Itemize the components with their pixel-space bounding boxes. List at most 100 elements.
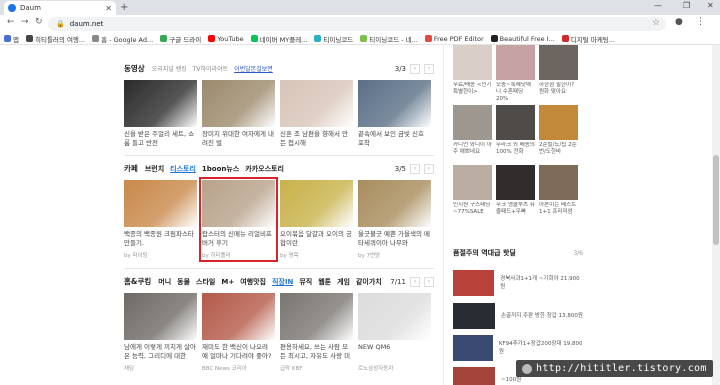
hotdeal-item[interactable]: 손골끼지 주판 방한 장갑 13,800원	[453, 303, 583, 329]
product-title[interactable]: 카디언 와디이 아주 예쁘네요	[453, 142, 492, 163]
card-title[interactable]: 신혼 조 남편을 향해서 만든 접시해	[280, 130, 353, 148]
card-title[interactable]: 재미도 한 백신이 나오려 예 얼마나 기다려야 좋아?	[202, 343, 275, 361]
product-title[interactable]: 무료/배송 <인기특별한이>	[453, 82, 492, 103]
card-thumbnail[interactable]	[358, 180, 431, 227]
content-card[interactable]: 신혼 조 남편을 향해서 만든 접시해	[280, 80, 353, 148]
hotdeal-thumbnail[interactable]	[453, 335, 493, 361]
hotdeal-text[interactable]: 경북사과1+1개 ~기회야 21,900원	[500, 275, 583, 291]
close-tab-icon[interactable]: ✕	[105, 4, 112, 13]
scrollbar-thumb[interactable]	[713, 155, 719, 245]
card-thumbnail[interactable]	[358, 80, 431, 127]
card-thumbnail[interactable]	[202, 180, 275, 227]
product-thumbnail[interactable]	[496, 165, 535, 200]
bookmark-item[interactable]: Free PDF Editor	[424, 35, 484, 43]
section-tab[interactable]: 같이가치	[356, 277, 382, 287]
content-card[interactable]: 남에게 이렇게 끼치게 살아온 능력, 그리디에 대한 채담	[124, 293, 197, 372]
product-item[interactable]: 하한점 필한이? 원화 맞아요	[539, 45, 578, 103]
next-arrow-icon[interactable]: ›	[424, 163, 434, 174]
bookmark-item[interactable]: 디지털 마케팅...	[561, 34, 615, 44]
product-thumbnail[interactable]	[496, 45, 535, 80]
product-item[interactable]: 인지원 구스패딩 ~77%SALE	[453, 165, 492, 223]
content-card[interactable]: 백종의 백종원 크림파스타 만들기. by 파이팅	[124, 180, 197, 259]
bookmark-item[interactable]: 티이닝코드 - 네...	[360, 34, 418, 44]
card-thumbnail[interactable]	[124, 293, 197, 340]
card-title[interactable]: 편용하세요, 쓰는 사람 모든 최시고, 자유도 사랑 미두?	[280, 343, 353, 361]
card-title[interactable]: 끝속에서 보인 금빛 신호 포착	[358, 130, 431, 148]
section-tab[interactable]: 스타일	[196, 277, 215, 287]
section-tab[interactable]: 카카오스토리	[245, 164, 284, 174]
card-thumbnail[interactable]	[124, 180, 197, 227]
content-card[interactable]: 재미도 한 백신이 나오려 예 얼마나 기다려야 좋아? BBC News 코리아	[202, 293, 275, 372]
hotdeal-text[interactable]: KF94추가1+장갑200장대 19,800원	[499, 340, 583, 356]
account-avatar-icon[interactable]: ●	[675, 17, 683, 27]
section-tab[interactable]: 게임	[337, 277, 350, 287]
section-tab[interactable]: 뮤직	[299, 277, 312, 287]
card-title[interactable]: 랍스터의 신메뉴 리얼비프버거 후기	[202, 230, 275, 248]
card-title[interactable]: 오이볶음 달걀과 오이의 궁합이란	[280, 230, 353, 248]
card-thumbnail[interactable]	[358, 293, 431, 340]
product-thumbnail[interactable]	[453, 45, 492, 80]
browser-tab[interactable]: Daum ✕	[4, 1, 116, 15]
product-item[interactable]: 카디언 와디이 아주 예쁘네요	[453, 105, 492, 163]
section-title[interactable]: 카페	[124, 163, 138, 174]
product-thumbnail[interactable]	[539, 105, 578, 140]
content-card[interactable]: NEW QM6 르노삼성자동차	[358, 293, 431, 372]
card-thumbnail[interactable]	[280, 293, 353, 340]
section-tab[interactable]: 여행맛집	[240, 277, 266, 287]
close-window-icon[interactable]: ✕	[707, 1, 714, 10]
product-thumbnail[interactable]	[453, 165, 492, 200]
product-item[interactable]: 2순발/노/팁 2순번/도한바	[539, 105, 578, 163]
card-thumbnail[interactable]	[280, 180, 353, 227]
card-thumbnail[interactable]	[124, 80, 197, 127]
content-card[interactable]: 편용하세요, 쓰는 사람 모든 최시고, 자유도 사랑 미두? 급락 KBF	[280, 293, 353, 372]
section-title[interactable]: 홈&쿠킹	[124, 276, 151, 287]
product-title[interactable]: 모충~특혜닷매니 수혼패딩 20%	[496, 82, 535, 103]
prev-arrow-icon[interactable]: ‹	[410, 163, 420, 174]
card-title[interactable]: 울긋불긋 예쁜 가을색의 메타세쿼이아 나무와	[358, 230, 431, 248]
section-tab[interactable]: 동물	[177, 277, 190, 287]
bookmark-item[interactable]: YouTube	[208, 35, 244, 43]
section-tab[interactable]: 브런치	[145, 164, 164, 174]
bookmark-item[interactable]: 구글 드라이	[160, 34, 201, 44]
product-item[interactable]: 모충~특혜닷매니 수혼패딩 20%	[496, 45, 535, 103]
section-tab[interactable]: TV하이라이트	[193, 64, 228, 73]
card-thumbnail[interactable]	[280, 80, 353, 127]
hotdeal-thumbnail[interactable]	[453, 270, 495, 296]
hotdeal-item[interactable]: KF94추가1+장갑200장대 19,800원	[453, 335, 583, 361]
next-arrow-icon[interactable]: ›	[424, 276, 434, 287]
card-title[interactable]: 백종의 백종원 크림파스타 만들기.	[124, 230, 197, 248]
bookmark-item[interactable]: 앱	[4, 34, 19, 44]
bookmark-item[interactable]: 티이닝코드	[314, 34, 353, 44]
section-tab[interactable]: 직장IN	[272, 277, 293, 287]
product-title[interactable]: 2순발/노/팁 2순번/도한바	[539, 142, 578, 163]
section-tab[interactable]: 티스토리	[170, 164, 196, 174]
address-bar[interactable]: 🔒 daum.net ☆	[48, 17, 666, 31]
content-card[interactable]: 오이볶음 달걀과 오이의 궁합이란 by 명목	[280, 180, 353, 259]
minimize-icon[interactable]: —	[654, 1, 662, 10]
product-title[interactable]: 아본이는 베스트 1+1 프리미엄	[539, 202, 578, 223]
card-title[interactable]: 남에게 이렇게 끼치게 살아온 능력, 그리디에 대한	[124, 343, 197, 361]
product-title[interactable]: 인지원 구스패딩 ~77%SALE	[453, 202, 492, 223]
forward-icon[interactable]: →	[21, 17, 29, 27]
prev-arrow-icon[interactable]: ‹	[410, 63, 420, 74]
scrollbar[interactable]	[712, 45, 720, 385]
product-item[interactable]: 무크 앵클부츠 뮤쥴패드+우빠	[496, 165, 535, 223]
hotdeal-text[interactable]: 손골끼지 주판 방한 장갑 13,800원	[501, 312, 583, 320]
bookmark-item[interactable]: 홈 - Google Ad...	[92, 34, 153, 44]
product-thumbnail[interactable]	[496, 105, 535, 140]
next-arrow-icon[interactable]: ›	[424, 63, 434, 74]
section-tab[interactable]: 1boon뉴스	[202, 164, 239, 174]
bookmark-item[interactable]: 히티틀러의 여행...	[25, 34, 85, 44]
menu-dots-icon[interactable]: ⋮	[696, 17, 705, 27]
prev-arrow-icon[interactable]: ‹	[410, 276, 420, 287]
content-card[interactable]: 랍스터의 신메뉴 리얼비프버거 후기 by 히티틀러	[199, 177, 278, 262]
back-icon[interactable]: ←	[7, 17, 15, 27]
product-item[interactable]: 아본이는 베스트 1+1 프리미엄	[539, 165, 578, 223]
product-item[interactable]: 무라크 외 배송의 100% 전화	[496, 105, 535, 163]
section-tab[interactable]: 이번달본걸보면	[234, 64, 273, 73]
product-thumbnail[interactable]	[539, 45, 578, 80]
new-tab-icon[interactable]: +	[120, 2, 128, 13]
card-title[interactable]: 신을 받은 주얼리 세트, 쇼룸 들고 반전	[124, 130, 197, 148]
card-title[interactable]: 장미지 위대한 여자에게 내려진 벌	[202, 130, 275, 148]
section-tab[interactable]: 웹툰	[318, 277, 331, 287]
